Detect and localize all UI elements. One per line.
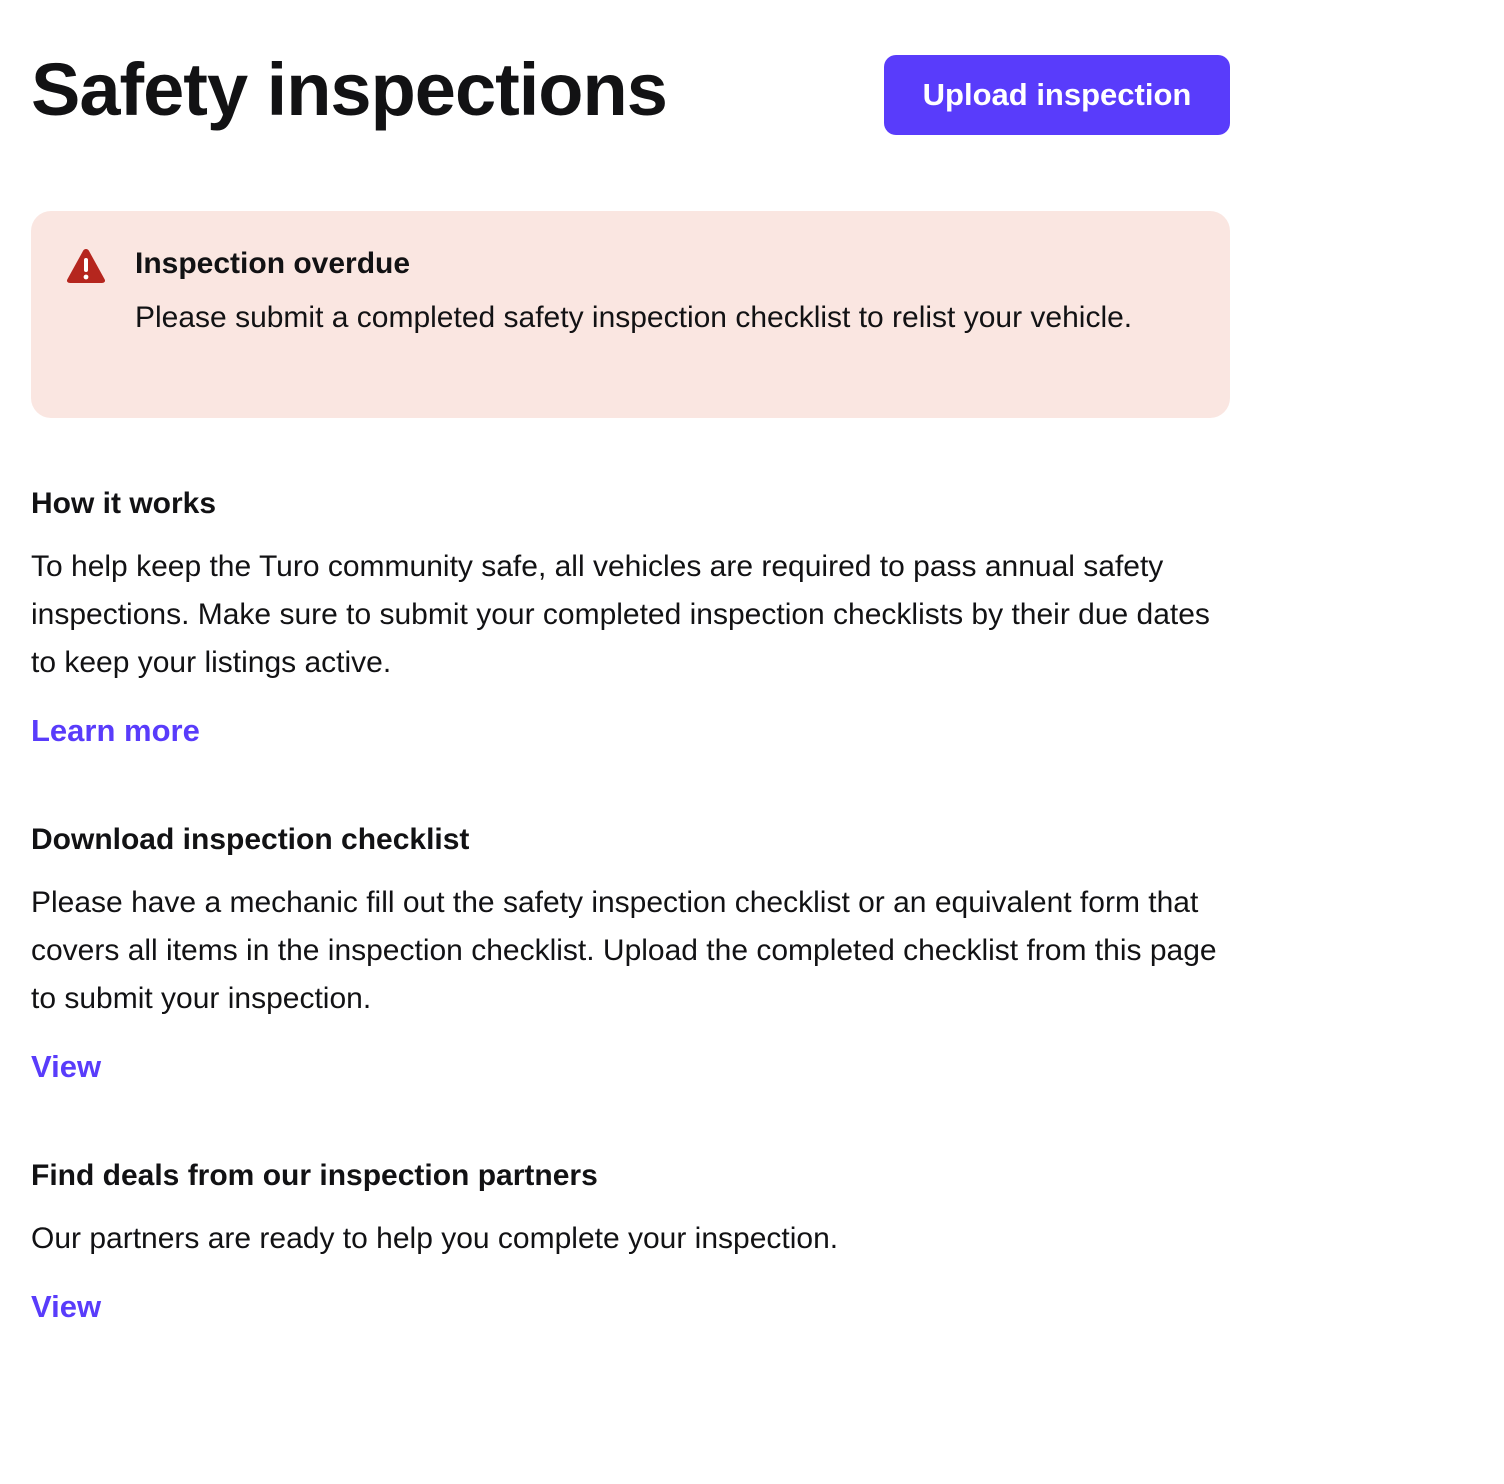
how-it-works-section: How it works To help keep the Turo commu… bbox=[31, 484, 1230, 751]
learn-more-link[interactable]: Learn more bbox=[31, 711, 200, 751]
alert-title: Inspection overdue bbox=[135, 247, 411, 280]
section-heading: Find deals from our inspection partners bbox=[31, 1159, 598, 1192]
section-heading: How it works bbox=[31, 487, 217, 520]
page-header: Safety inspections Upload inspection bbox=[31, 0, 1230, 210]
inspection-partners-section: Find deals from our inspection partners … bbox=[31, 1156, 1230, 1327]
alert-message: Please submit a completed safety inspect… bbox=[135, 301, 1133, 334]
upload-inspection-button[interactable]: Upload inspection bbox=[884, 55, 1230, 135]
page-container: Safety inspections Upload inspection Ins… bbox=[31, 0, 1230, 1324]
view-partners-link[interactable]: View bbox=[31, 1287, 101, 1327]
page-title: Safety inspections bbox=[31, 48, 668, 131]
section-body: Please have a mechanic fill out the safe… bbox=[31, 886, 1217, 1015]
section-heading: Download inspection checklist bbox=[31, 823, 470, 856]
section-body: Our partners are ready to help you compl… bbox=[31, 1222, 839, 1255]
warning-triangle-icon bbox=[66, 249, 106, 283]
section-body: To help keep the Turo community safe, al… bbox=[31, 550, 1210, 679]
download-checklist-section: Download inspection checklist Please hav… bbox=[31, 820, 1230, 1087]
view-checklist-link[interactable]: View bbox=[31, 1047, 101, 1087]
